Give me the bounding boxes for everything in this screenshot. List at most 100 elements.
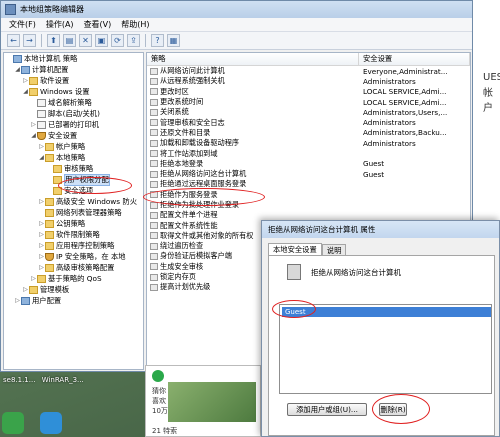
tree-pane: 本地计算机 策略 ◢ 计算机配置 ▷ 软件设置 ◢ Windows 设置 域名解析策略 脚本(启… xyxy=(3,52,144,370)
up-icon[interactable]: ⬆ xyxy=(47,34,60,47)
tree-expander-icon[interactable]: ▷ xyxy=(14,297,21,304)
policy-row[interactable]: 更改时区 LOCAL SERVICE,Admi... xyxy=(147,87,470,97)
user-item-guest[interactable]: Guest xyxy=(282,307,491,317)
policy-row[interactable]: 管理审核和安全日志 Administrators xyxy=(147,117,470,127)
dialog-body: 拒绝从网络访问这台计算机 Guest 添加用户或组(U)... 删除(R) xyxy=(268,255,495,436)
tree-item[interactable]: ▷ 软件设置 xyxy=(4,75,143,86)
tree-expander-icon[interactable]: ▷ xyxy=(22,286,29,293)
tree-expander-icon[interactable]: ▷ xyxy=(30,275,37,282)
tree-item[interactable]: ▷ 基于策略的 QoS xyxy=(4,273,143,284)
cloud-app-icon[interactable] xyxy=(40,412,62,434)
tree-item-label: 帐户策略 xyxy=(56,141,86,151)
tree-item[interactable]: ▷ 管理模板 xyxy=(4,284,143,295)
tree-expander-icon[interactable]: ◢ xyxy=(22,88,29,95)
green-app-icon[interactable] xyxy=(2,412,24,434)
remove-button[interactable]: 删除(R) xyxy=(379,403,407,416)
properties-icon[interactable]: ▣ xyxy=(95,34,108,47)
policy-icon xyxy=(150,180,158,188)
taskbar-item-1[interactable]: se8.1.1... WinRAR_3... xyxy=(3,376,84,384)
folder-icon xyxy=(53,164,62,173)
tree-item[interactable]: ◢ 计算机配置 xyxy=(4,64,143,75)
policy-name: 拒绝通过远程桌面服务登录 xyxy=(160,179,247,189)
menu-item-2[interactable]: 查看(V) xyxy=(84,19,112,30)
policy-row[interactable]: 拒绝作为批处理作业登录 xyxy=(147,200,470,210)
shield-icon xyxy=(37,131,46,140)
toolbar-separator xyxy=(41,34,42,47)
tree-item[interactable]: 安全选项 xyxy=(4,185,143,196)
tree-item[interactable]: 用户权限分配 xyxy=(4,173,143,186)
policy-row[interactable]: 从网络访问此计算机 Everyone,Administrat... xyxy=(147,66,470,76)
policy-row[interactable]: 从远程系统强制关机 Administrators xyxy=(147,76,470,86)
tree-item-label: 高级审核策略配置 xyxy=(56,262,115,272)
policy-row[interactable]: 将工作站添加到域 xyxy=(147,148,470,158)
menu-item-1[interactable]: 操作(A) xyxy=(46,19,74,30)
column-header-setting[interactable]: 安全设置 xyxy=(359,53,470,65)
add-user-or-group-button[interactable]: 添加用户或组(U)... xyxy=(287,403,367,416)
tree-item[interactable]: ▷ IP 安全策略，在 本地 xyxy=(4,251,143,262)
policy-row[interactable]: 更改系统时间 LOCAL SERVICE,Admi... xyxy=(147,97,470,107)
policy-name: 锁定内存页 xyxy=(160,272,196,282)
tree-item[interactable]: ▷ 高级安全 Windows 防火 xyxy=(4,196,143,207)
tree-expander-icon[interactable]: ▷ xyxy=(38,253,45,260)
refresh-icon[interactable]: ⟳ xyxy=(111,34,124,47)
policy-cell: 从远程系统强制关机 xyxy=(147,76,359,86)
policy-row[interactable]: 加载和卸载设备驱动程序 Administrators xyxy=(147,138,470,148)
tree-item[interactable]: ▷ 已部署的打印机 xyxy=(4,119,143,130)
tree-expander-icon[interactable]: ◢ xyxy=(30,132,37,139)
show-tree-icon[interactable]: ▤ xyxy=(63,34,76,47)
policy-row[interactable]: 拒绝通过远程桌面服务登录 xyxy=(147,179,470,189)
column-header-policy[interactable]: 策略 xyxy=(147,53,359,65)
thumbnail-image[interactable] xyxy=(168,382,256,422)
dialog-titlebar[interactable]: 拒绝从网络访问这台计算机 属性 xyxy=(262,221,499,238)
window-titlebar[interactable]: 本地组策略编辑器 xyxy=(1,1,472,18)
tree-expander-icon[interactable]: ▷ xyxy=(38,143,45,150)
tree-item[interactable]: ▷ 公钥策略 xyxy=(4,218,143,229)
tree-expander-icon[interactable]: ▷ xyxy=(38,220,45,227)
tree-item[interactable]: ▷ 帐户策略 xyxy=(4,141,143,152)
policy-icon xyxy=(150,88,158,96)
view-icon[interactable]: ▦ xyxy=(167,34,180,47)
tree-item[interactable]: 审核策略 xyxy=(4,163,143,174)
menu-item-3[interactable]: 帮助(H) xyxy=(121,19,149,30)
tree-item[interactable]: ▷ 用户配置 xyxy=(4,295,143,306)
computer-icon xyxy=(21,65,30,74)
policy-row[interactable]: 拒绝从网络访问这台计算机 Guest xyxy=(147,169,470,179)
tree-item[interactable]: ◢ Windows 设置 xyxy=(4,86,143,97)
users-listbox[interactable]: Guest xyxy=(279,304,492,394)
tab-local-security-setting[interactable]: 本地安全设置 xyxy=(268,243,322,255)
tree-expander-icon[interactable]: ▷ xyxy=(38,242,45,249)
tree-item[interactable]: 本地计算机 策略 xyxy=(4,53,143,64)
tree-item[interactable]: ◢ 本地策略 xyxy=(4,152,143,163)
policy-icon xyxy=(150,139,158,147)
forward-icon[interactable]: → xyxy=(23,34,36,47)
tree-item[interactable]: 域名解析策略 xyxy=(4,97,143,108)
policy-icon xyxy=(150,263,158,271)
policy-icon xyxy=(150,67,158,75)
delete-icon[interactable]: ✕ xyxy=(79,34,92,47)
tree-expander-icon[interactable]: ▷ xyxy=(38,231,45,238)
back-icon[interactable]: ← xyxy=(7,34,20,47)
tree-item[interactable]: 网络列表管理器策略 xyxy=(4,207,143,218)
help-icon[interactable]: ? xyxy=(151,34,164,47)
policy-row[interactable]: 配置文件单个进程 xyxy=(147,210,470,220)
policy-row[interactable]: 关闭系统 Administrators,Users,... xyxy=(147,107,470,117)
tree-expander-icon[interactable]: ▷ xyxy=(30,121,37,128)
tree-item[interactable]: ◢ 安全设置 xyxy=(4,130,143,141)
security-setting-cell: Guest xyxy=(363,169,385,179)
tree-item[interactable]: 脚本(启动/关机) xyxy=(4,108,143,119)
tree-expander-icon[interactable]: ▷ xyxy=(22,77,29,84)
policy-row[interactable]: 拒绝作为服务登录 xyxy=(147,190,470,200)
tree-expander-icon[interactable]: ◢ xyxy=(38,154,45,161)
tree-item-label: 域名解析策略 xyxy=(48,97,92,107)
tree-expander-icon[interactable]: ◢ xyxy=(14,66,21,73)
menu-item-0[interactable]: 文件(F) xyxy=(9,19,36,30)
tree-expander-icon[interactable]: ▷ xyxy=(38,198,45,205)
policy-row[interactable]: 拒绝本地登录 Guest xyxy=(147,159,470,169)
tree-expander-icon[interactable]: ▷ xyxy=(38,264,45,271)
tree-item[interactable]: ▷ 应用程序控制策略 xyxy=(4,240,143,251)
menu-bar: 文件(F) 操作(A) 查看(V) 帮助(H) xyxy=(1,18,472,32)
tree-item[interactable]: ▷ 软件限制策略 xyxy=(4,229,143,240)
export-icon[interactable]: ⇪ xyxy=(127,34,140,47)
policy-row[interactable]: 还原文件和目录 Administrators,Backu... xyxy=(147,128,470,138)
tree-item[interactable]: ▷ 高级审核策略配置 xyxy=(4,262,143,273)
